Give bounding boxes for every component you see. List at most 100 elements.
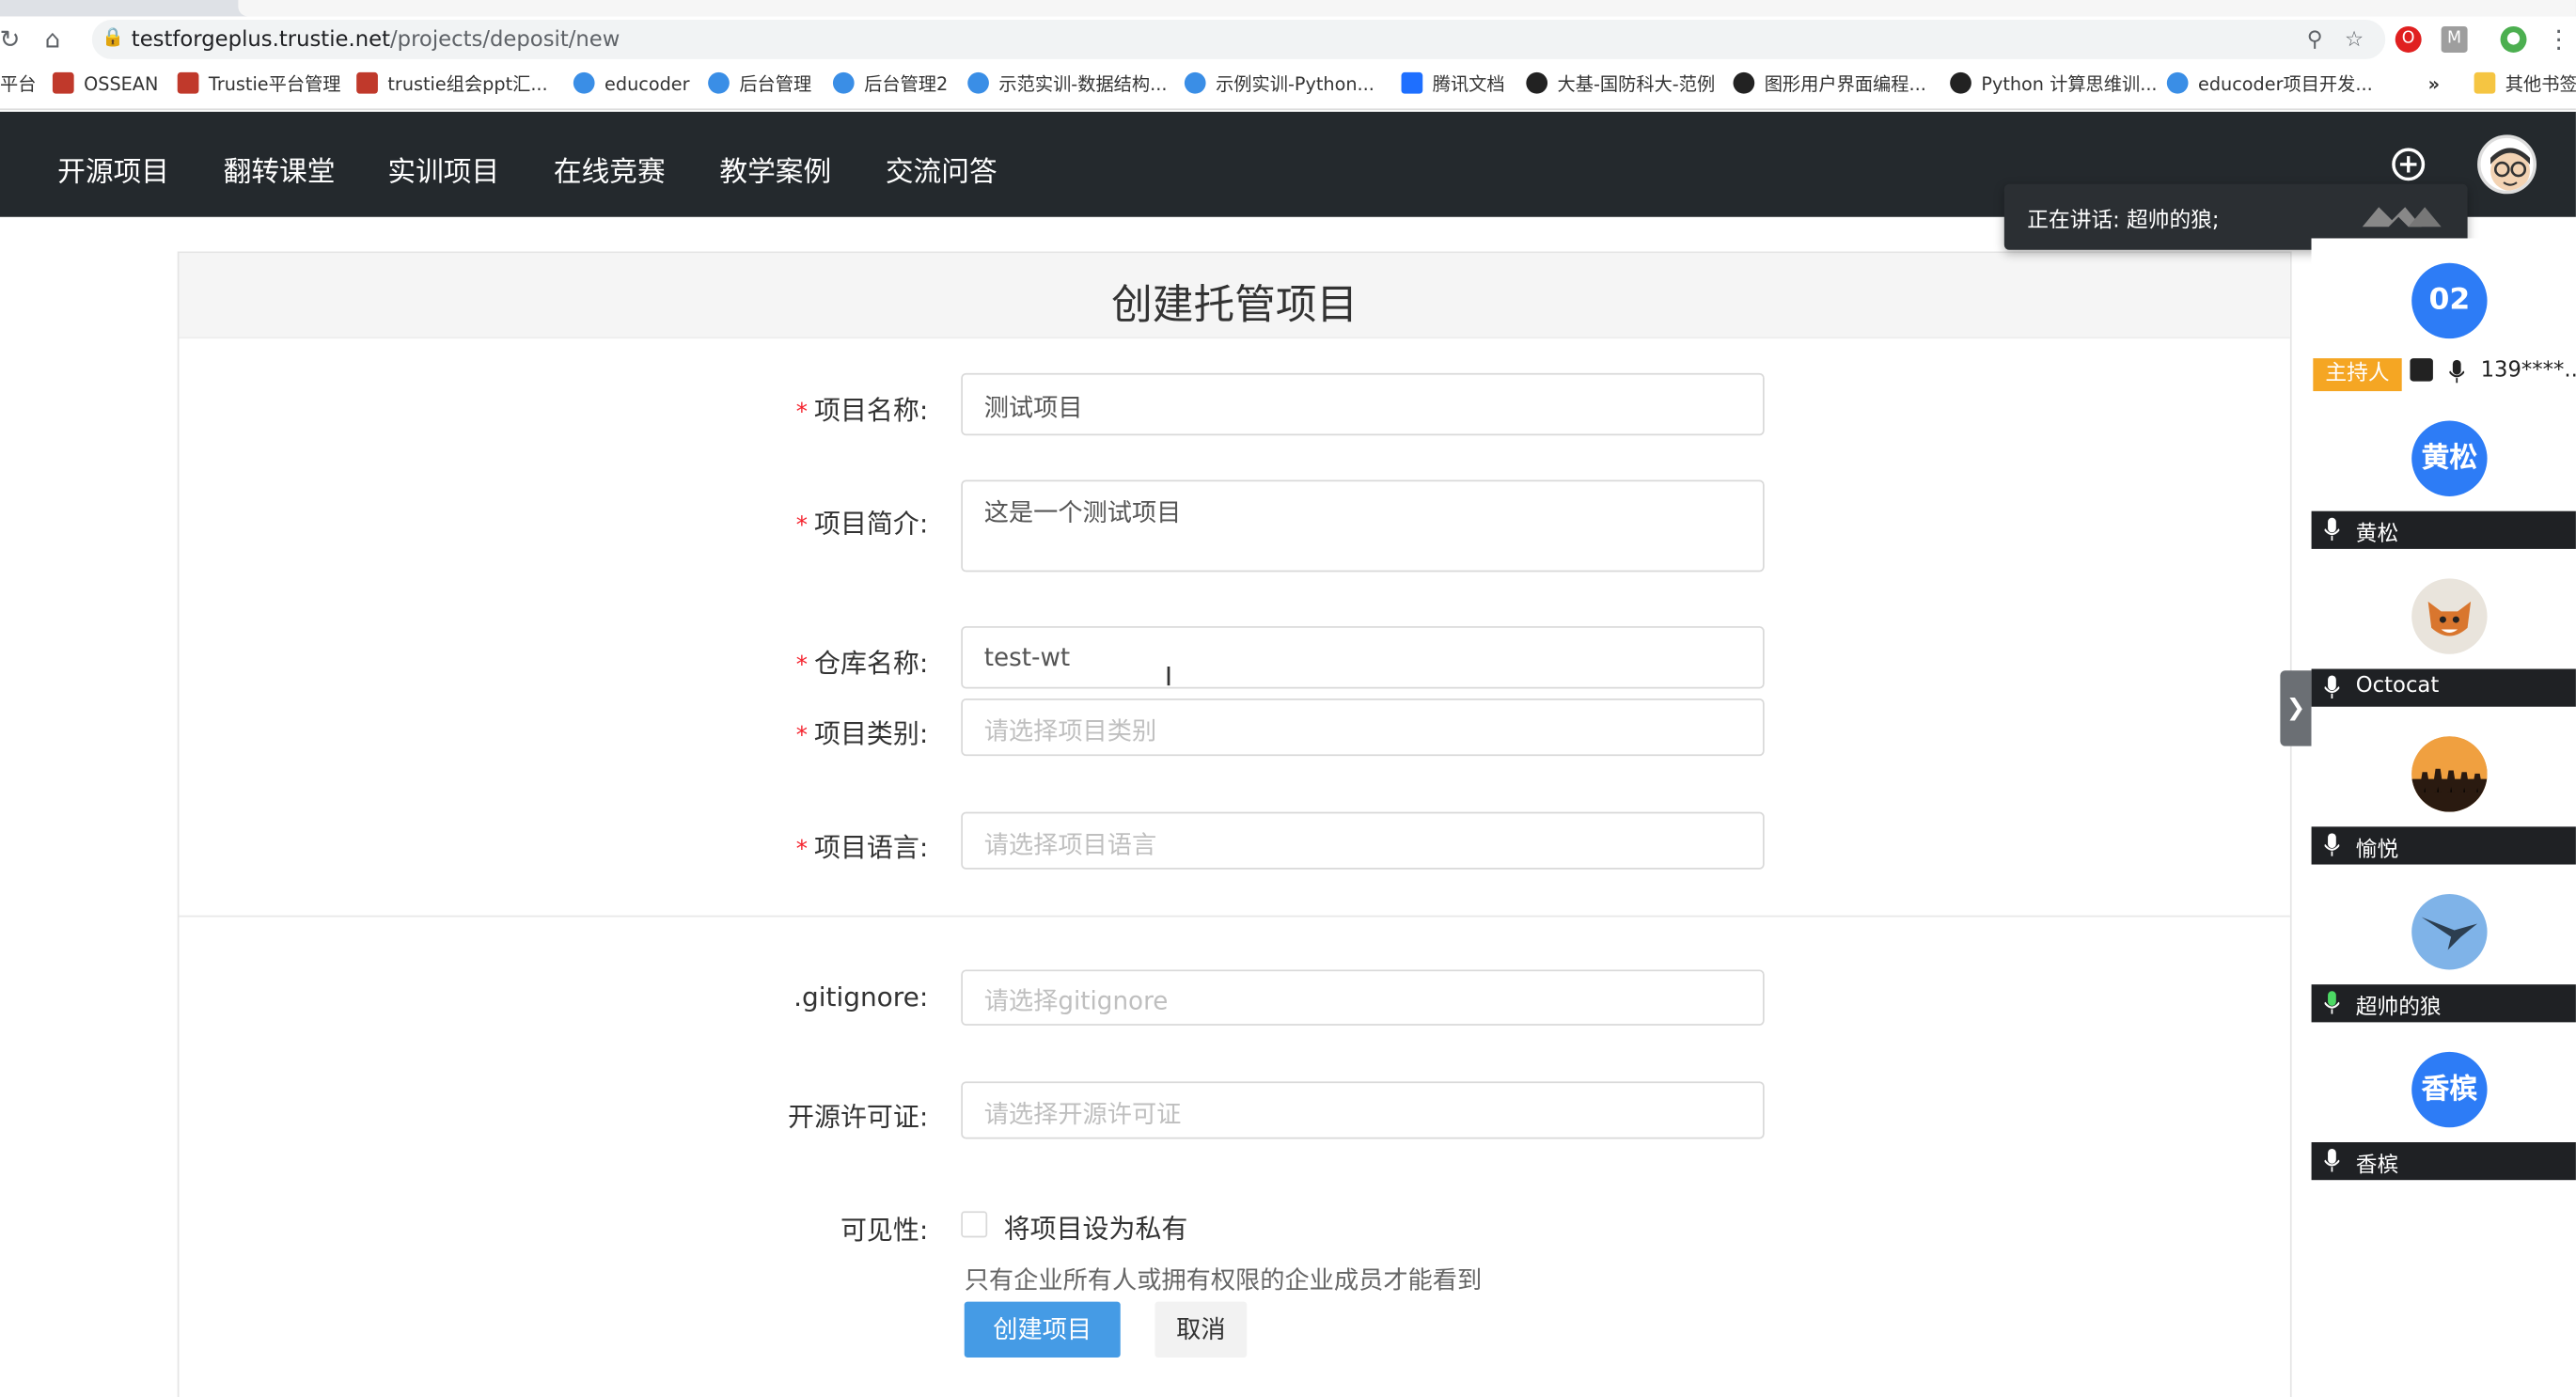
- bookmark-folder[interactable]: 其他书签: [2474, 71, 2576, 99]
- red-building-icon: [356, 71, 378, 94]
- folder-icon: [2474, 71, 2496, 94]
- reload-icon[interactable]: ↻: [0, 23, 26, 55]
- fox-avatar-icon: [2411, 578, 2488, 654]
- bookmark-item[interactable]: 示范实训-数据结构...: [967, 71, 1167, 99]
- bookmarks-overflow[interactable]: »: [2428, 72, 2440, 99]
- microphone-icon: [2324, 833, 2340, 856]
- desc-label: * 项目简介:: [795, 508, 929, 540]
- private-checkbox[interactable]: [961, 1211, 988, 1238]
- bookmark-item[interactable]: OSSEAN: [52, 71, 158, 99]
- nav-item-qa[interactable]: 交流问答: [886, 148, 997, 189]
- address-bar[interactable]: 🔒 testforgeplus.trustie.net/projects/dep…: [91, 19, 2386, 59]
- panel-collapse-button[interactable]: ❯: [2280, 670, 2312, 746]
- tencent-meeting-logo-icon: [2362, 207, 2442, 228]
- zoom-icon[interactable]: ⚲: [2300, 26, 2329, 55]
- opera-extension-icon[interactable]: O: [2395, 25, 2422, 53]
- private-checkbox-label[interactable]: 将项目设为私有: [1004, 1206, 1188, 1246]
- microphone-icon: [2449, 359, 2465, 384]
- gitignore-select[interactable]: 请选择gitignore: [961, 969, 1765, 1026]
- speaking-text: 正在讲话: 超帅的狼;: [2027, 209, 2220, 234]
- project-description-textarea[interactable]: 这是一个测试项目: [961, 479, 1765, 573]
- bird-avatar-icon: [2411, 894, 2488, 970]
- name-label: * 项目名称:: [795, 394, 929, 426]
- browser-toolbar: ↻ ⌂ 🔒 testforgeplus.trustie.net/projects…: [0, 16, 2576, 63]
- participant-name: Octocat: [2355, 673, 2440, 698]
- blue-circle-icon: [967, 71, 989, 94]
- blue-circle-icon: [708, 71, 730, 94]
- add-icon[interactable]: +: [2392, 148, 2426, 181]
- visibility-hint: 只有企业所有人或拥有权限的企业成员才能看到: [964, 1265, 1483, 1295]
- bookmark-item[interactable]: trustie组会ppt汇...: [356, 71, 548, 99]
- cancel-button[interactable]: 取消: [1154, 1301, 1248, 1358]
- bookmark-item[interactable]: educoder项目开发...: [2166, 71, 2373, 99]
- participant-avatar: 黄松: [2411, 420, 2488, 496]
- browser-tab-strip: [0, 0, 2576, 17]
- blue-circle-icon: [2166, 71, 2189, 94]
- home-icon[interactable]: ⌂: [36, 23, 69, 55]
- menu-dots-icon[interactable]: ⋮: [2546, 23, 2570, 55]
- create-project-button[interactable]: 创建项目: [964, 1301, 1121, 1358]
- participant-tile[interactable]: 愉悦: [2311, 711, 2576, 865]
- chevron-right-icon: ❯: [2285, 695, 2306, 722]
- bookmark-item[interactable]: 大基-国防科大-范例: [1526, 71, 1715, 99]
- participant-avatar: 香槟: [2411, 1051, 2488, 1128]
- participants-panel: 02 主持人 139****... 黄松 黄松 Octocat 愉悦 超帅的狼 …: [2311, 238, 2576, 1184]
- project-name-input[interactable]: 测试项目: [961, 372, 1765, 436]
- nav-item-competition[interactable]: 在线竞赛: [554, 148, 666, 189]
- screen-share-icon: [2410, 358, 2433, 382]
- bookmark-item[interactable]: Python 计算思维训...: [1950, 71, 2158, 99]
- github-icon: [1733, 71, 1755, 94]
- repo-label: * 仓库名称:: [795, 647, 929, 680]
- sunset-group-avatar-icon: [2411, 736, 2488, 812]
- url-path: /projects/deposit/new: [390, 27, 620, 53]
- microphone-icon: [2324, 675, 2340, 698]
- bookmark-item[interactable]: Trustie平台管理: [177, 71, 341, 99]
- bookmark-item[interactable]: educoder: [573, 71, 690, 99]
- bookmark-item[interactable]: 腾讯文档: [1401, 71, 1505, 99]
- bookmark-item[interactable]: 图形用户界面编程...: [1733, 71, 1926, 99]
- participant-name: 139****...: [2480, 358, 2576, 384]
- participant-avatar: 02: [2411, 262, 2488, 339]
- bookmark-item[interactable]: 示例实训-Python...: [1184, 71, 1374, 99]
- bookmarks-bar: 平台 OSSEAN Trustie平台管理 trustie组会ppt汇... e…: [0, 62, 2576, 111]
- host-badge: 主持人: [2313, 358, 2402, 392]
- license-label: 开源许可证:: [788, 1101, 929, 1133]
- microphone-active-icon: [2324, 991, 2340, 1014]
- star-icon[interactable]: ☆: [2339, 26, 2368, 55]
- tencent-docs-icon: [1401, 71, 1423, 94]
- participant-tile[interactable]: 黄松 黄松: [2311, 396, 2576, 549]
- participant-tile[interactable]: 超帅的狼: [2311, 869, 2576, 1023]
- participant-tile[interactable]: 香槟 香槟: [2311, 1027, 2576, 1181]
- project-category-select[interactable]: 请选择项目类别: [961, 698, 1765, 757]
- page-title: 创建托管项目: [1111, 280, 1359, 329]
- nav-item-open-source[interactable]: 开源项目: [57, 148, 169, 189]
- repository-name-input[interactable]: test-wt: [961, 626, 1765, 689]
- blue-circle-icon: [1184, 71, 1206, 94]
- blue-circle-icon: [832, 71, 855, 94]
- nav-item-teaching-cases[interactable]: 教学案例: [719, 148, 831, 189]
- bookmark-item[interactable]: 后台管理: [708, 71, 811, 99]
- participant-name: 香槟: [2355, 1154, 2399, 1179]
- user-avatar[interactable]: [2477, 134, 2537, 195]
- license-select[interactable]: 请选择开源许可证: [961, 1081, 1765, 1139]
- nav-item-flipped-class[interactable]: 翻转课堂: [224, 148, 336, 189]
- participant-tile[interactable]: 02 主持人 139****...: [2311, 238, 2576, 392]
- red-building-icon: [52, 71, 74, 94]
- url-host: testforgeplus.trustie.net: [131, 27, 391, 53]
- microphone-icon: [2324, 517, 2340, 542]
- active-tab[interactable]: [238, 0, 2576, 17]
- language-label: * 项目语言:: [795, 831, 929, 863]
- mail-extension-icon[interactable]: M: [2441, 25, 2468, 53]
- frog-extension-icon[interactable]: ●: [2500, 25, 2527, 53]
- visibility-label: 可见性:: [840, 1214, 929, 1247]
- blue-circle-icon: [573, 71, 595, 94]
- project-language-select[interactable]: 请选择项目语言: [961, 811, 1765, 870]
- bookmark-item[interactable]: 后台管理2: [832, 71, 948, 99]
- section-divider: [179, 915, 2290, 918]
- nav-item-training[interactable]: 实训项目: [387, 148, 499, 189]
- participant-name: 黄松: [2355, 522, 2399, 548]
- red-building-icon: [177, 71, 199, 94]
- participant-tile[interactable]: Octocat: [2311, 554, 2576, 707]
- cartoon-face-icon: [2490, 148, 2530, 191]
- bookmark-item[interactable]: 平台: [0, 72, 36, 99]
